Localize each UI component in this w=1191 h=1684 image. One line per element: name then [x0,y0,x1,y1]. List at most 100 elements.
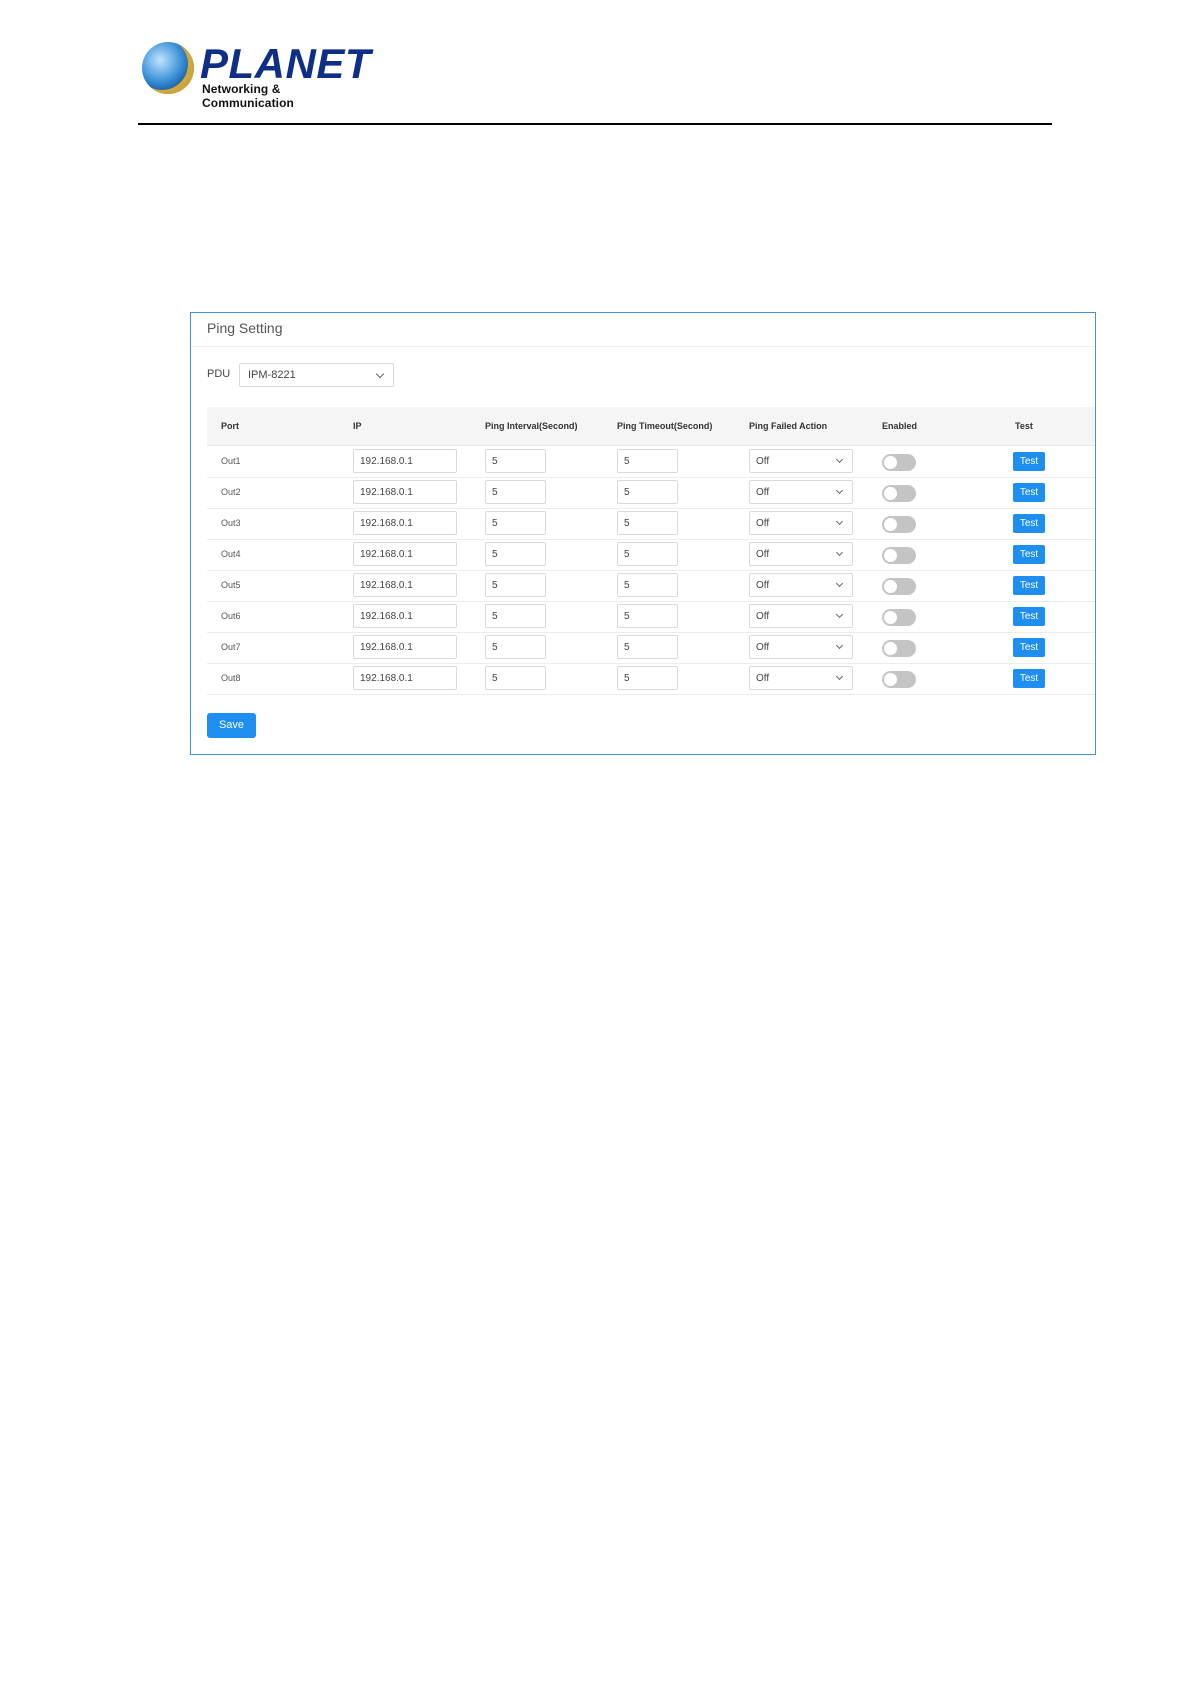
ip-input[interactable]: 192.168.0.1 [353,480,457,504]
ping-timeout-input[interactable]: 5 [617,666,678,690]
ip-input[interactable]: 192.168.0.1 [353,511,457,535]
table-row: Out8 192.168.0.1 5 5 Off Test [207,663,1095,695]
enabled-toggle[interactable] [882,578,916,595]
table-row: Out5 192.168.0.1 5 5 Off Test [207,570,1095,602]
enabled-toggle[interactable] [882,547,916,564]
test-button[interactable]: Test [1013,607,1045,626]
toggle-knob [884,518,897,531]
toggle-knob [884,673,897,686]
ip-input[interactable]: 192.168.0.1 [353,635,457,659]
chevron-down-icon [835,641,844,650]
ip-input[interactable]: 192.168.0.1 [353,666,457,690]
ping-timeout-input[interactable]: 5 [617,449,678,473]
ping-failed-action-select[interactable]: Off [749,635,853,659]
column-header-ping-timeout: Ping Timeout(Second) [617,421,713,431]
ping-interval-input[interactable]: 5 [485,511,546,535]
chevron-down-icon [375,369,385,379]
ping-timeout-input[interactable]: 5 [617,480,678,504]
ping-failed-action-select[interactable]: Off [749,480,853,504]
test-button[interactable]: Test [1013,545,1045,564]
chevron-down-icon [835,517,844,526]
port-label: Out1 [221,456,241,466]
table-row: Out3 192.168.0.1 5 5 Off Test [207,508,1095,540]
ip-input[interactable]: 192.168.0.1 [353,573,457,597]
ping-failed-action-select[interactable]: Off [749,666,853,690]
ping-timeout-input[interactable]: 5 [617,635,678,659]
ping-interval-input[interactable]: 5 [485,604,546,628]
column-header-enabled: Enabled [882,421,918,431]
chevron-down-icon [835,579,844,588]
column-header-test: Test [1015,421,1033,431]
toggle-knob [884,611,897,624]
enabled-toggle[interactable] [882,485,916,502]
chevron-down-icon [835,486,844,495]
ping-failed-action-select[interactable]: Off [749,573,853,597]
ping-failed-action-select[interactable]: Off [749,449,853,473]
test-button[interactable]: Test [1013,638,1045,657]
chevron-down-icon [835,455,844,464]
column-header-ip: IP [353,421,362,431]
ping-failed-action-value: Off [756,456,770,467]
ping-timeout-input[interactable]: 5 [617,511,678,535]
ping-failed-action-value: Off [756,580,770,591]
ping-failed-action-value: Off [756,487,770,498]
ping-failed-action-value: Off [756,518,770,529]
table-header: Port IP Ping Interval(Second) Ping Timeo… [207,407,1095,446]
ping-interval-input[interactable]: 5 [485,573,546,597]
ping-timeout-input[interactable]: 5 [617,542,678,566]
brand-tagline: Networking & Communication [202,82,294,110]
chevron-down-icon [835,610,844,619]
ping-timeout-input[interactable]: 5 [617,604,678,628]
ping-interval-input[interactable]: 5 [485,542,546,566]
ping-failed-action-select[interactable]: Off [749,511,853,535]
table-row: Out6 192.168.0.1 5 5 Off Test [207,601,1095,633]
port-label: Out5 [221,580,241,590]
ip-input[interactable]: 192.168.0.1 [353,604,457,628]
pdu-select[interactable]: IPM-8221 [239,363,394,387]
ping-interval-input[interactable]: 5 [485,480,546,504]
enabled-toggle[interactable] [882,609,916,626]
column-header-ping-interval: Ping Interval(Second) [485,421,578,431]
ping-failed-action-value: Off [756,642,770,653]
save-button[interactable]: Save [207,713,256,738]
ping-setting-panel: Ping Setting PDU IPM-8221 Port IP Ping I… [190,312,1096,755]
enabled-toggle[interactable] [882,454,916,471]
chevron-down-icon [835,672,844,681]
test-button[interactable]: Test [1013,514,1045,533]
ping-failed-action-select[interactable]: Off [749,542,853,566]
column-header-ping-failed-action: Ping Failed Action [749,421,828,431]
port-label: Out3 [221,518,241,528]
ping-failed-action-value: Off [756,673,770,684]
test-button[interactable]: Test [1013,452,1045,471]
enabled-toggle[interactable] [882,640,916,657]
port-label: Out4 [221,549,241,559]
toggle-knob [884,642,897,655]
ping-failed-action-select[interactable]: Off [749,604,853,628]
toggle-knob [884,487,897,500]
port-label: Out7 [221,642,241,652]
pdu-select-value: IPM-8221 [248,369,296,381]
ip-input[interactable]: 192.168.0.1 [353,449,457,473]
enabled-toggle[interactable] [882,516,916,533]
ping-interval-input[interactable]: 5 [485,666,546,690]
ping-interval-input[interactable]: 5 [485,635,546,659]
ping-interval-input[interactable]: 5 [485,449,546,473]
chevron-down-icon [835,548,844,557]
ip-input[interactable]: 192.168.0.1 [353,542,457,566]
table-row: Out1 192.168.0.1 5 5 Off Test [207,446,1095,478]
panel-title: Ping Setting [207,320,283,336]
port-label: Out2 [221,487,241,497]
toggle-knob [884,456,897,469]
toggle-knob [884,580,897,593]
column-header-port: Port [221,421,239,431]
test-button[interactable]: Test [1013,576,1045,595]
table-row: Out7 192.168.0.1 5 5 Off Test [207,632,1095,664]
ping-timeout-input[interactable]: 5 [617,573,678,597]
test-button[interactable]: Test [1013,483,1045,502]
table-row: Out2 192.168.0.1 5 5 Off Test [207,477,1095,509]
port-label: Out6 [221,611,241,621]
table-row: Out4 192.168.0.1 5 5 Off Test [207,539,1095,571]
test-button[interactable]: Test [1013,669,1045,688]
planet-logo: PLANET Networking & Communication [142,40,371,110]
enabled-toggle[interactable] [882,671,916,688]
